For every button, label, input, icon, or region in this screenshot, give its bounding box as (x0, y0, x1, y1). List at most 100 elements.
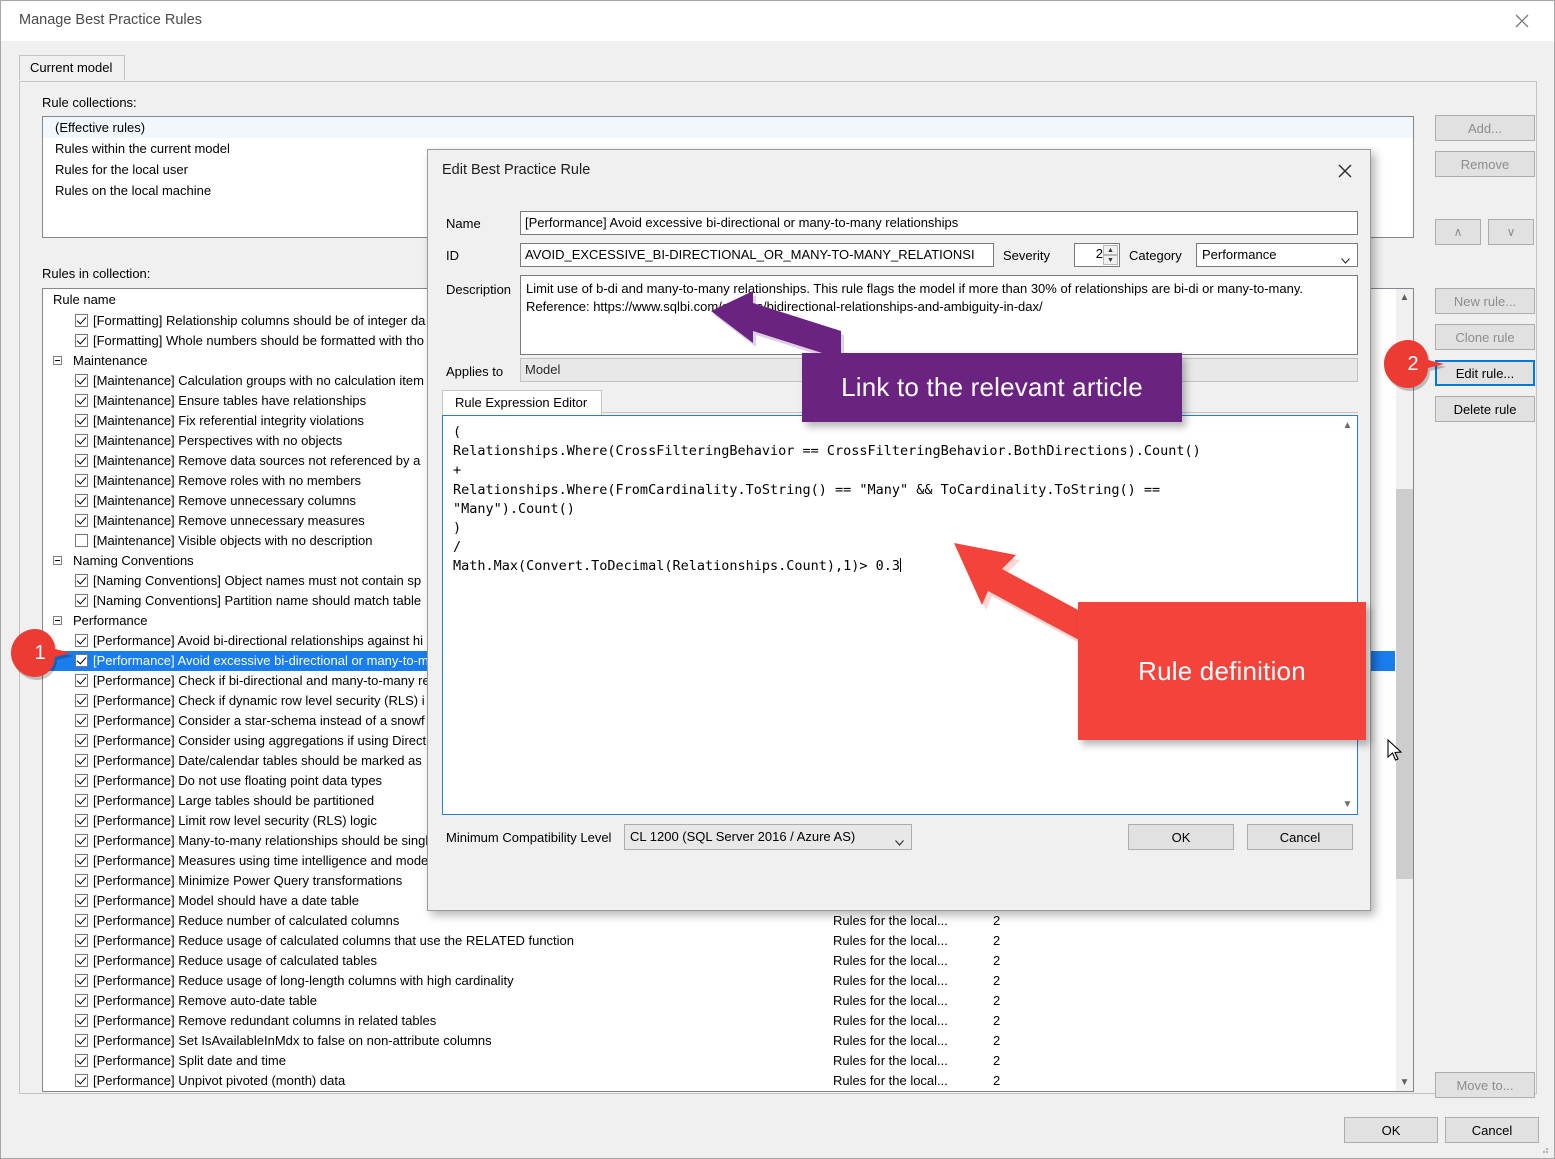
rule-row[interactable]: [Performance] Set IsAvailableInMdx to fa… (43, 1031, 1413, 1051)
rule-checkbox[interactable] (75, 374, 88, 387)
dialog-close-icon[interactable] (1328, 158, 1362, 184)
rule-checkbox[interactable] (75, 854, 88, 867)
rule-row[interactable]: [Performance] Split date and time Rules f… (43, 1051, 1413, 1071)
rule-row[interactable]: [Performance] Reduce usage of long-lengt… (43, 971, 1413, 991)
callout-link-to-article: Link to the relevant article (802, 353, 1182, 422)
rule-label: [Performance] Split date and time (93, 1053, 286, 1068)
rule-group-label: Performance (73, 613, 148, 628)
rule-checkbox[interactable] (75, 394, 88, 407)
rule-checkbox[interactable] (75, 1034, 88, 1047)
rule-row[interactable]: [Performance] Unpivot pivoted (month) da… (43, 1071, 1413, 1091)
rule-checkbox[interactable] (75, 434, 88, 447)
id-field[interactable]: AVOID_EXCESSIVE_BI-DIRECTIONAL_OR_MANY-T… (520, 243, 994, 267)
resize-grip[interactable] (1538, 1143, 1550, 1155)
rule-checkbox[interactable] (75, 474, 88, 487)
rule-checkbox[interactable] (75, 994, 88, 1007)
rule-checkbox[interactable] (75, 334, 88, 347)
severity-down-icon[interactable]: ▼ (1103, 255, 1118, 265)
rule-checkbox[interactable] (75, 934, 88, 947)
move-collection-down-button[interactable]: ∨ (1488, 219, 1534, 245)
window-close-icon[interactable] (1500, 7, 1544, 35)
collapse-expand-icon[interactable] (53, 556, 62, 565)
window-title: Manage Best Practice Rules (19, 12, 202, 28)
scroll-down-icon[interactable]: ▼ (1396, 1074, 1413, 1091)
clone-rule-button[interactable]: Clone rule (1435, 324, 1535, 350)
severity-up-icon[interactable]: ▲ (1103, 245, 1118, 255)
new-rule-button[interactable]: New rule... (1435, 288, 1535, 314)
category-value: Performance (1202, 247, 1277, 262)
tab-rule-expression-editor[interactable]: Rule Expression Editor (442, 390, 603, 415)
rule-row[interactable]: [Performance] Reduce usage of calculated… (43, 931, 1413, 951)
editor-scroll-down-icon[interactable]: ▼ (1339, 796, 1356, 813)
rule-checkbox[interactable] (75, 734, 88, 747)
step-badge-1-number: 1 (34, 642, 46, 664)
tab-current-model[interactable]: Current model (19, 55, 126, 80)
rule-expression-text[interactable]: ( Relationships.Where(CrossFilteringBeha… (453, 423, 1335, 577)
collection-item[interactable]: (Effective rules) (43, 117, 1413, 138)
scroll-up-icon[interactable]: ▲ (1396, 289, 1413, 306)
severity-spin-buttons[interactable]: ▲ ▼ (1103, 245, 1118, 265)
cancel-button[interactable]: Cancel (1445, 1117, 1539, 1143)
rule-label: [Performance] Model should have a date t… (93, 893, 359, 908)
collapse-expand-icon[interactable] (53, 616, 62, 625)
rule-label: [Performance] Minimize Power Query trans… (93, 873, 403, 888)
rule-checkbox[interactable] (75, 794, 88, 807)
remove-collection-button[interactable]: Remove (1435, 151, 1535, 177)
rule-checkbox[interactable] (75, 754, 88, 767)
move-collection-up-button[interactable]: ∧ (1435, 219, 1481, 245)
rule-checkbox[interactable] (75, 954, 88, 967)
delete-rule-button[interactable]: Delete rule (1435, 396, 1535, 422)
edit-rule-button[interactable]: Edit rule... (1435, 360, 1535, 386)
dialog-ok-button[interactable]: OK (1128, 824, 1234, 850)
rule-label: [Maintenance] Remove unnecessary measure… (93, 513, 365, 528)
app-window: Manage Best Practice Rules Current model… (0, 0, 1555, 1159)
tab-bar: Current model (19, 55, 126, 80)
collapse-expand-icon[interactable] (53, 356, 62, 365)
rule-group-label: Naming Conventions (73, 553, 194, 568)
rule-checkbox[interactable] (75, 914, 88, 927)
min-compat-label: Minimum Compatibility Level (446, 830, 612, 845)
rule-checkbox[interactable] (75, 494, 88, 507)
rule-row[interactable]: [Performance] Remove redundant columns i… (43, 1011, 1413, 1031)
rule-checkbox[interactable] (75, 834, 88, 847)
move-to-button[interactable]: Move to... (1435, 1072, 1535, 1098)
rule-checkbox[interactable] (75, 574, 88, 587)
rule-label: [Performance] Reduce usage of calculated… (93, 953, 378, 968)
category-dropdown[interactable]: Performance (1196, 243, 1358, 267)
rule-checkbox[interactable] (75, 714, 88, 727)
rule-checkbox[interactable] (75, 694, 88, 707)
rules-list-scrollbar[interactable]: ▲ ▼ (1395, 289, 1413, 1091)
rule-checkbox[interactable] (75, 874, 88, 887)
ok-button[interactable]: OK (1344, 1117, 1438, 1143)
rule-checkbox[interactable] (75, 1054, 88, 1067)
scrollbar-thumb[interactable] (1396, 489, 1413, 879)
min-compat-dropdown[interactable]: CL 1200 (SQL Server 2016 / Azure AS) (624, 824, 912, 850)
rule-checkbox[interactable] (75, 1014, 88, 1027)
rule-checkbox[interactable] (75, 414, 88, 427)
severity-stepper[interactable]: 2 ▲ ▼ (1074, 243, 1120, 267)
rule-checkbox[interactable] (75, 454, 88, 467)
rule-checkbox[interactable] (75, 774, 88, 787)
rule-checkbox[interactable] (75, 814, 88, 827)
rule-checkbox[interactable] (75, 1074, 88, 1087)
rule-row[interactable]: [Performance] Reduce usage of calculated… (43, 951, 1413, 971)
editor-scroll-up-icon[interactable]: ▲ (1339, 417, 1356, 434)
rule-source: Rules for the local... (833, 1013, 948, 1028)
description-field[interactable]: Limit use of b-di and many-to-many relat… (520, 275, 1358, 355)
rule-severity: 2 (993, 913, 1001, 928)
rule-checkbox[interactable] (75, 974, 88, 987)
rule-source: Rules for the local... (833, 973, 948, 988)
rule-row[interactable]: [Performance] Reduce number of calculate… (43, 911, 1413, 931)
callout-rule-definition-text: Rule definition (1138, 655, 1306, 686)
rule-checkbox[interactable] (75, 894, 88, 907)
name-field[interactable]: [Performance] Avoid excessive bi-directi… (520, 211, 1358, 235)
rule-checkbox[interactable] (75, 534, 88, 547)
rule-checkbox[interactable] (75, 314, 88, 327)
rule-checkbox[interactable] (75, 594, 88, 607)
dialog-cancel-button[interactable]: Cancel (1247, 824, 1353, 850)
rule-checkbox[interactable] (75, 514, 88, 527)
step-badge-1: 1 (5, 627, 77, 683)
add-collection-button[interactable]: Add... (1435, 115, 1535, 141)
rule-row[interactable]: [Performance] Remove auto-date table Rule… (43, 991, 1413, 1011)
min-compat-value: CL 1200 (SQL Server 2016 / Azure AS) (630, 829, 856, 844)
